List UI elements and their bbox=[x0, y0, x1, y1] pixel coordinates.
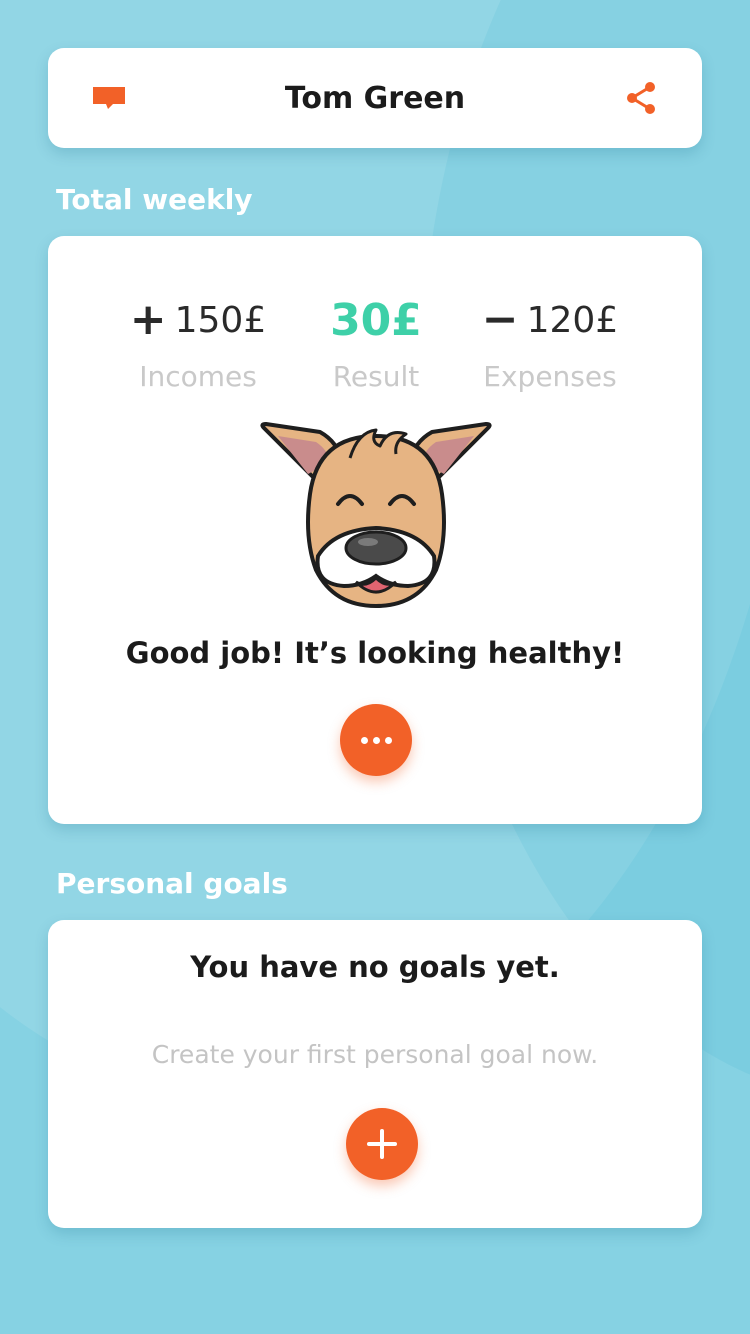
more-dots-icon bbox=[360, 736, 392, 744]
add-goal-button[interactable] bbox=[346, 1108, 418, 1180]
happy-dog-icon bbox=[260, 422, 492, 609]
expense-stat: − 120£ Expenses bbox=[430, 290, 670, 394]
expense-amount: 120£ bbox=[526, 299, 619, 341]
empty-goals-title: You have no goals yet. bbox=[190, 950, 560, 984]
income-amount: 150£ bbox=[174, 299, 267, 341]
plus-icon bbox=[367, 1129, 397, 1159]
share-button[interactable] bbox=[596, 48, 686, 148]
empty-goals-subtitle: Create your first personal goal now. bbox=[151, 1040, 599, 1069]
income-sign: + bbox=[129, 294, 167, 345]
expense-sign: − bbox=[481, 294, 519, 345]
share-icon bbox=[627, 82, 655, 114]
goals-section-title: Personal goals bbox=[56, 867, 288, 900]
expense-label: Expenses bbox=[483, 360, 617, 393]
result-amount: 30£ bbox=[330, 294, 422, 346]
more-options-button[interactable] bbox=[340, 704, 412, 776]
weekly-section-title: Total weekly bbox=[56, 183, 253, 216]
weekly-status-message: Good job! It’s looking healthy! bbox=[125, 636, 625, 670]
header-bar: Tom Green bbox=[48, 48, 702, 148]
